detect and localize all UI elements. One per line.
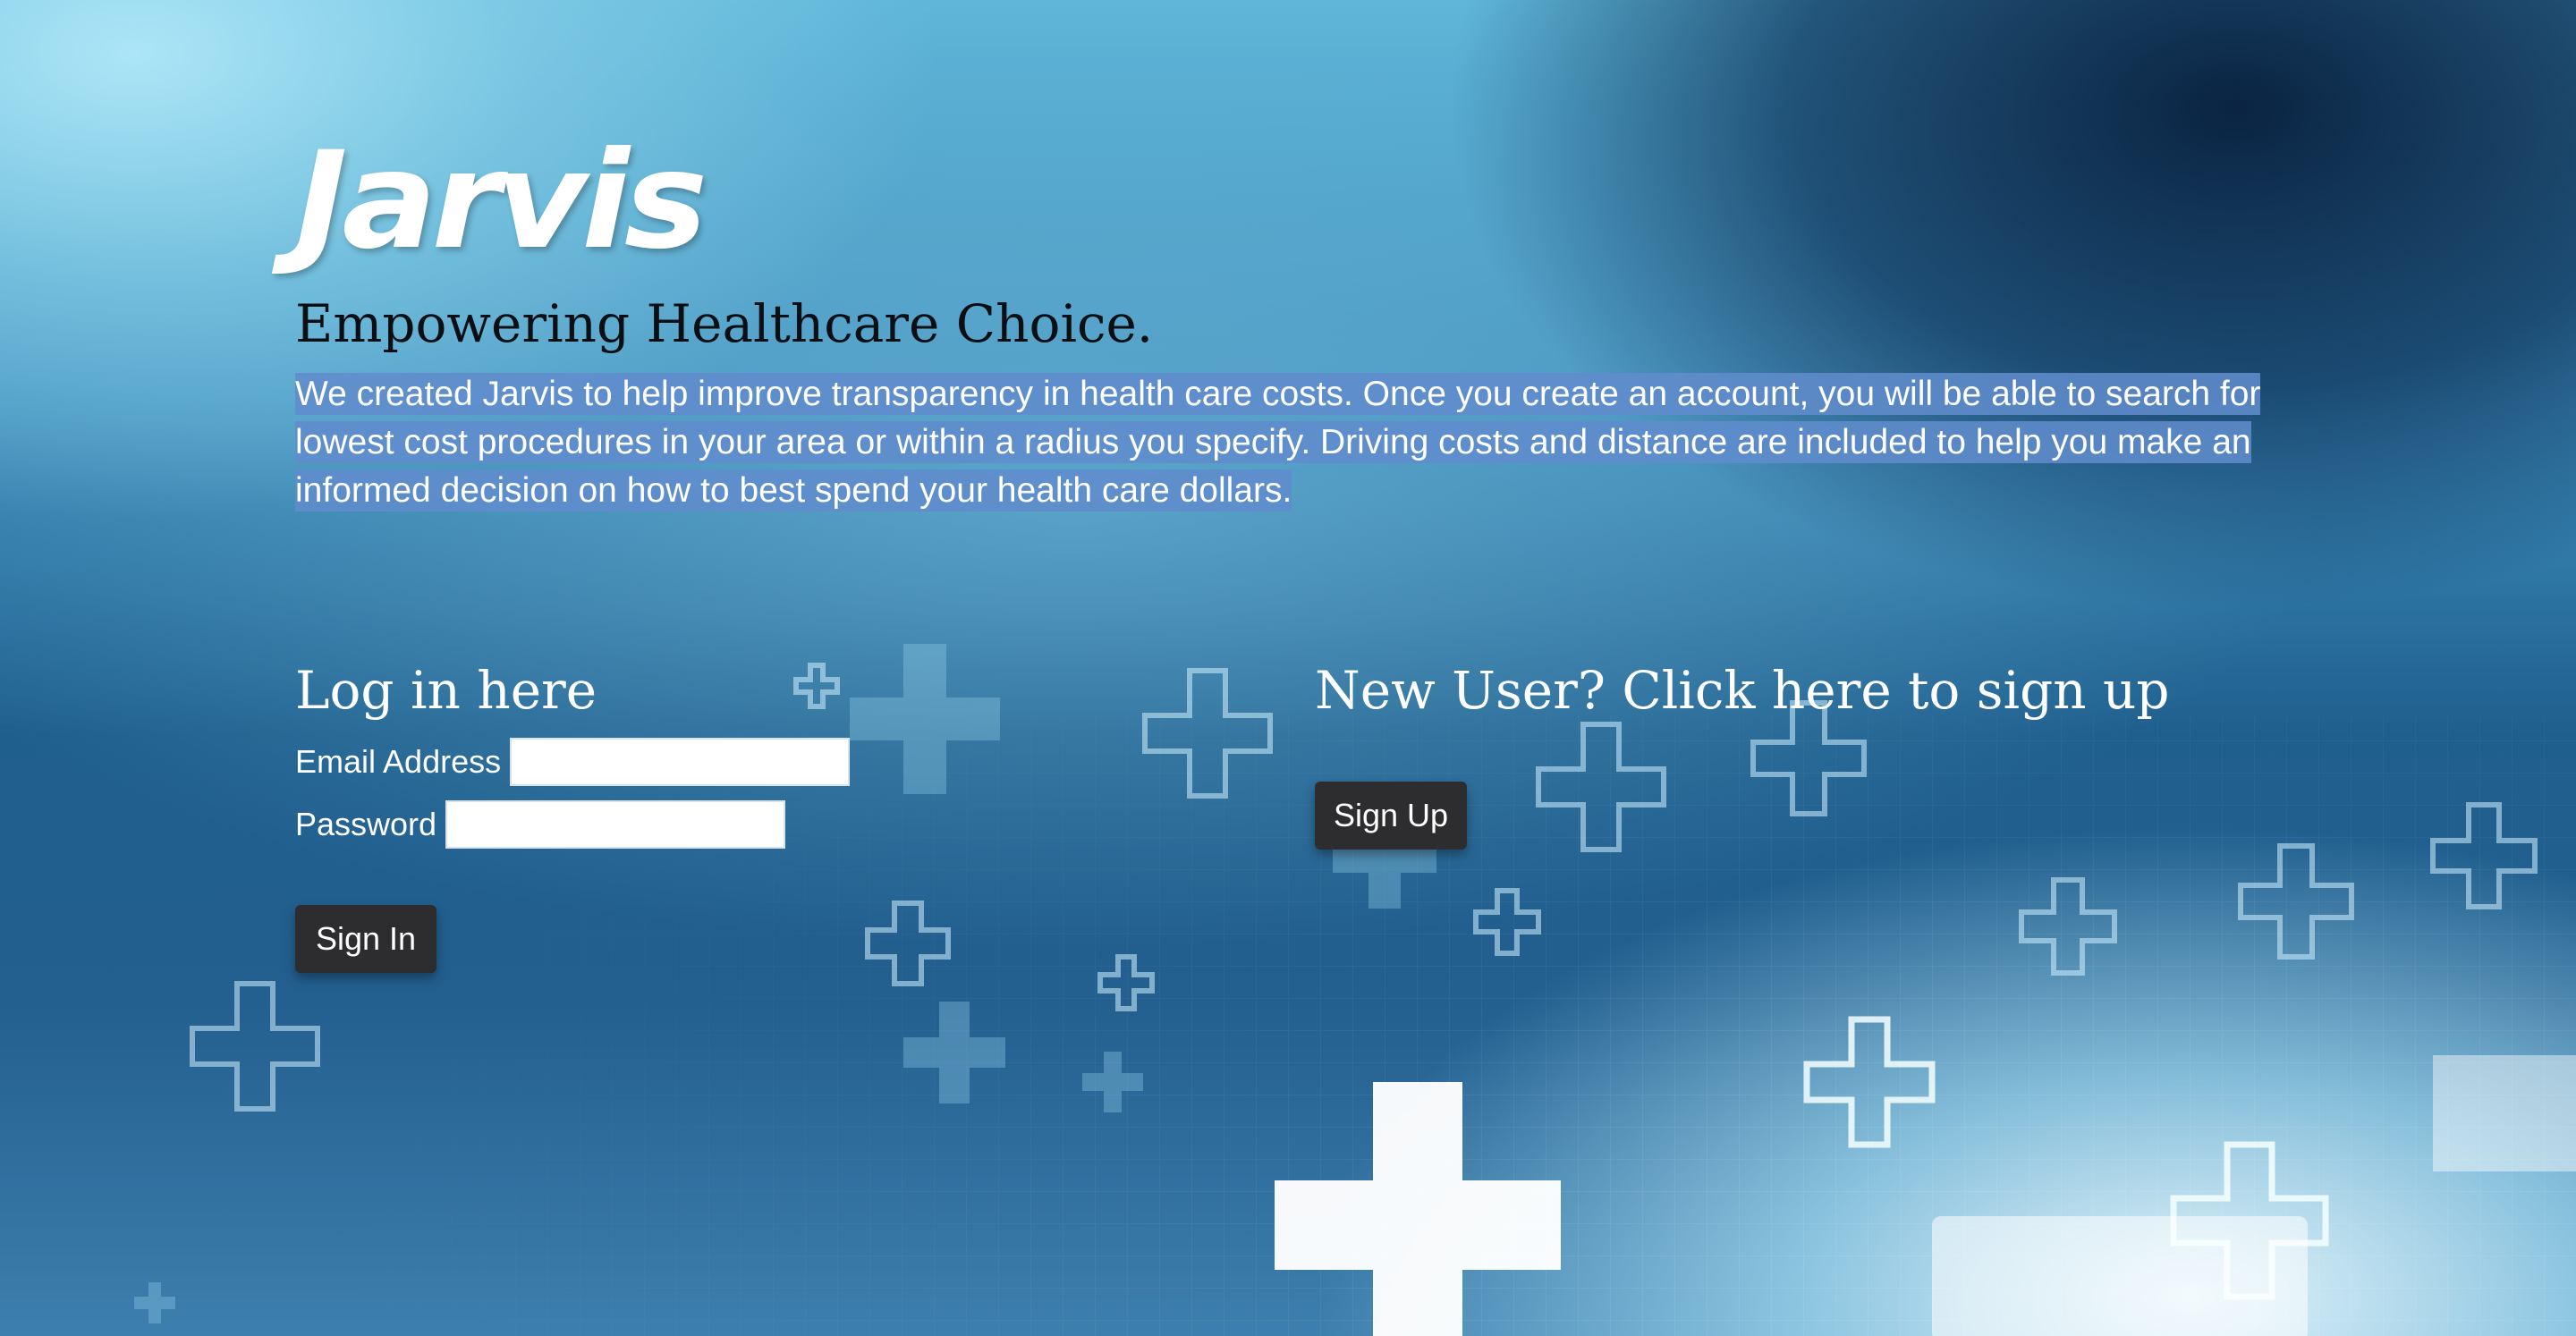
email-field[interactable] bbox=[510, 738, 851, 786]
email-label: Email Address bbox=[295, 743, 502, 780]
jarvis-logo: Jarvis bbox=[295, 123, 708, 279]
sign-in-button[interactable]: Sign In bbox=[295, 905, 436, 973]
password-label: Password bbox=[295, 806, 437, 842]
login-section-title: Log in here bbox=[295, 660, 597, 721]
intro-description-text: We created Jarvis to help improve transp… bbox=[295, 373, 2261, 512]
signup-section-title[interactable]: New User? Click here to sign up bbox=[1315, 660, 2169, 721]
page-tagline: Empowering Healthcare Choice. bbox=[295, 293, 1154, 354]
intro-description: We created Jarvis to help improve transp… bbox=[295, 370, 2317, 515]
email-field-row: Email Address bbox=[295, 738, 851, 786]
sign-up-button[interactable]: Sign Up bbox=[1315, 782, 1467, 850]
password-field-row: Password bbox=[295, 800, 786, 849]
password-field[interactable] bbox=[445, 800, 786, 849]
